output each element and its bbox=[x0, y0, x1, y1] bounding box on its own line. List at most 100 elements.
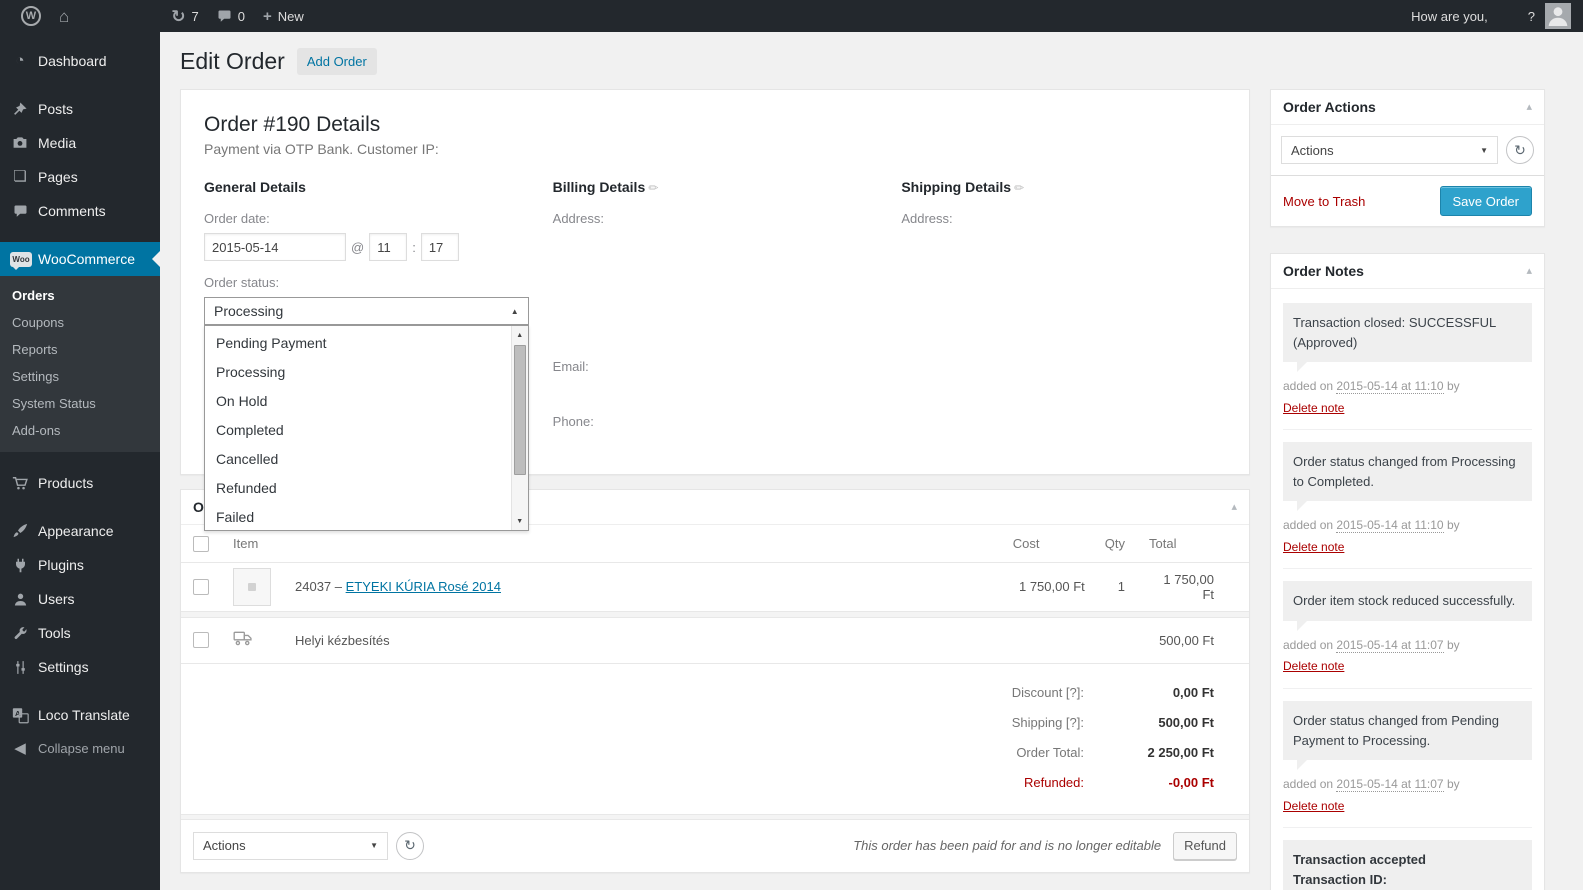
apply-order-action-button[interactable]: ↻ bbox=[1506, 136, 1534, 164]
comments-bubble-icon bbox=[217, 9, 232, 24]
order-items-table: Item Cost Qty Total 24037 – ETYEKI KÚRIA… bbox=[181, 525, 1249, 664]
caret-down-icon: ▼ bbox=[370, 841, 378, 851]
sidebar-subitem[interactable]: Settings bbox=[0, 363, 160, 390]
sidebar-item[interactable]: Appearance bbox=[0, 514, 160, 548]
sidebar-subitem[interactable]: Reports bbox=[0, 336, 160, 363]
updates-button[interactable]: ↻ 7 bbox=[162, 0, 207, 32]
order-hour-input[interactable] bbox=[369, 233, 408, 261]
comments-count: 0 bbox=[237, 8, 245, 24]
help-link[interactable]: ? bbox=[1528, 9, 1535, 24]
collapse-order-actions-toggle[interactable]: ▴ bbox=[1526, 101, 1532, 113]
site-home-button[interactable]: ⌂ bbox=[50, 0, 78, 32]
apply-items-action-button[interactable]: ↻ bbox=[396, 831, 424, 860]
sidebar-item[interactable]: Plugins bbox=[0, 548, 160, 582]
delete-note-link[interactable]: Delete note bbox=[1283, 401, 1344, 415]
refund-button[interactable]: Refund bbox=[1173, 831, 1237, 860]
order-subtitle: Payment via OTP Bank. Customer IP: bbox=[204, 141, 439, 157]
sidebar-item-label: Users bbox=[38, 591, 75, 607]
wordpress-menu-button[interactable]: W bbox=[12, 0, 50, 32]
add-order-button[interactable]: Add Order bbox=[296, 48, 377, 75]
status-option[interactable]: Refunded bbox=[205, 474, 511, 503]
status-option[interactable]: Cancelled bbox=[205, 445, 511, 474]
new-content-button[interactable]: + New bbox=[254, 0, 313, 32]
status-option[interactable]: Pending Payment bbox=[205, 329, 511, 358]
move-to-trash-link[interactable]: Move to Trash bbox=[1283, 194, 1365, 209]
order-details-panel: Order #190 Details Payment via OTP Bank.… bbox=[180, 89, 1250, 531]
product-link[interactable]: ETYEKI KÚRIA Rosé 2014 bbox=[346, 579, 501, 594]
woocommerce-submenu: Orders Coupons Reports Settings System S… bbox=[0, 276, 160, 452]
scrollbar-thumb[interactable] bbox=[513, 345, 526, 475]
order-date-input[interactable] bbox=[204, 233, 346, 261]
shipping-method-name: Helyi kézbesítés bbox=[283, 617, 1001, 664]
sidebar-item-label: Tools bbox=[38, 625, 71, 641]
sidebar-item[interactable]: ❏ Pages bbox=[0, 160, 160, 194]
refresh-icon: ↻ bbox=[1514, 141, 1526, 158]
note-meta: added on 2015-05-14 at 11:07 by Delete n… bbox=[1283, 777, 1460, 813]
sidebar-item-label: WooCommerce bbox=[38, 251, 135, 267]
sidebar-item[interactable]: Media bbox=[0, 126, 160, 160]
sidebar-item[interactable]: Products bbox=[0, 466, 160, 500]
collapse-order-items-toggle[interactable]: ▴ bbox=[1231, 501, 1237, 513]
sidebar-subitem[interactable]: Add-ons bbox=[0, 417, 160, 444]
status-option[interactable]: Processing bbox=[205, 358, 511, 387]
general-details-heading: General Details bbox=[204, 179, 306, 195]
status-option[interactable]: Completed bbox=[205, 416, 511, 445]
total-row: Order Total: 2 250,00 Ft bbox=[181, 738, 1249, 768]
new-label: New bbox=[277, 8, 304, 24]
select-all-checkbox[interactable] bbox=[193, 535, 209, 552]
sidebar-item[interactable]: Posts bbox=[0, 92, 160, 126]
sidebar-item-woocommerce[interactable]: Woo WooCommerce bbox=[0, 242, 160, 276]
note-date: 2015-05-14 at 11:10 bbox=[1336, 379, 1444, 394]
total-value: -0,00 Ft bbox=[1168, 775, 1214, 791]
order-minute-input[interactable] bbox=[420, 233, 459, 261]
dropdown-scrollbar[interactable]: ▲ ▼ bbox=[510, 326, 528, 530]
sidebar-item[interactable]: ◔ Dashboard bbox=[0, 44, 160, 78]
admin-bar: W ⌂ ↻ 7 0 + New How are you, ? bbox=[0, 0, 1583, 32]
note-date: 2015-05-14 at 11:07 bbox=[1336, 637, 1444, 653]
items-actions-select[interactable]: Actions ▼ bbox=[193, 831, 388, 860]
sidebar-item-label: Collapse menu bbox=[38, 741, 125, 756]
collapse-order-notes-toggle[interactable]: ▴ bbox=[1526, 265, 1532, 277]
order-actions-value: Actions bbox=[1291, 142, 1334, 158]
edit-billing-icon[interactable]: ✏ bbox=[648, 181, 658, 195]
woocommerce-icon: Woo bbox=[10, 251, 32, 270]
caret-down-icon: ▼ bbox=[1480, 145, 1488, 155]
item-cost: 1 750,00 Ft bbox=[1018, 579, 1085, 595]
delete-note-link[interactable]: Delete note bbox=[1283, 659, 1344, 673]
sidebar-subitem[interactable]: Coupons bbox=[0, 309, 160, 336]
comments-button[interactable]: 0 bbox=[208, 0, 254, 32]
billing-details-heading: Billing Details ✏ bbox=[552, 179, 659, 195]
total-label: Shipping [?]: bbox=[1011, 715, 1084, 731]
sidebar-item[interactable]: Tools bbox=[0, 616, 160, 650]
order-title: Order #190 Details bbox=[204, 113, 381, 136]
sidebar-item[interactable]: Settings bbox=[0, 650, 160, 684]
save-order-button[interactable]: Save Order bbox=[1439, 186, 1532, 216]
sidebar-item[interactable]: Comments bbox=[0, 194, 160, 228]
billing-email-label: Email: bbox=[552, 359, 589, 374]
status-option[interactable]: Failed bbox=[205, 503, 511, 532]
user-avatar[interactable] bbox=[1545, 3, 1571, 29]
status-option[interactable]: On Hold bbox=[205, 387, 511, 416]
delete-note-link[interactable]: Delete note bbox=[1283, 540, 1344, 554]
pages-icon: ❏ bbox=[13, 168, 27, 185]
edit-shipping-icon[interactable]: ✏ bbox=[1014, 181, 1024, 195]
item-checkbox[interactable] bbox=[193, 578, 209, 595]
total-label: Refunded: bbox=[1024, 775, 1084, 791]
sidebar-item[interactable]: Users bbox=[0, 582, 160, 616]
sidebar-item[interactable]: A Loco Translate bbox=[0, 698, 160, 732]
home-icon: ⌂ bbox=[59, 6, 70, 26]
shipping-checkbox[interactable] bbox=[193, 632, 209, 649]
order-actions-select[interactable]: Actions ▼ bbox=[1281, 136, 1498, 164]
note-date: 2015-05-14 at 11:07 bbox=[1336, 777, 1444, 793]
sidebar-item[interactable]: ◀ Collapse menu bbox=[0, 732, 160, 766]
media-icon bbox=[10, 133, 30, 153]
order-status-select[interactable]: Processing ▲ bbox=[204, 297, 529, 325]
scroll-up-icon[interactable]: ▲ bbox=[512, 327, 528, 343]
sidebar-subitem[interactable]: System Status bbox=[0, 390, 160, 417]
scroll-down-icon[interactable]: ▼ bbox=[512, 513, 528, 529]
sidebar-subitem[interactable]: Orders bbox=[0, 282, 160, 309]
dashboard-icon: ◔ bbox=[15, 52, 25, 69]
delete-note-link[interactable]: Delete note bbox=[1283, 799, 1344, 813]
order-item-row: 24037 – ETYEKI KÚRIA Rosé 2014 1 750,00 … bbox=[181, 562, 1249, 611]
items-actions-value: Actions bbox=[203, 838, 246, 854]
